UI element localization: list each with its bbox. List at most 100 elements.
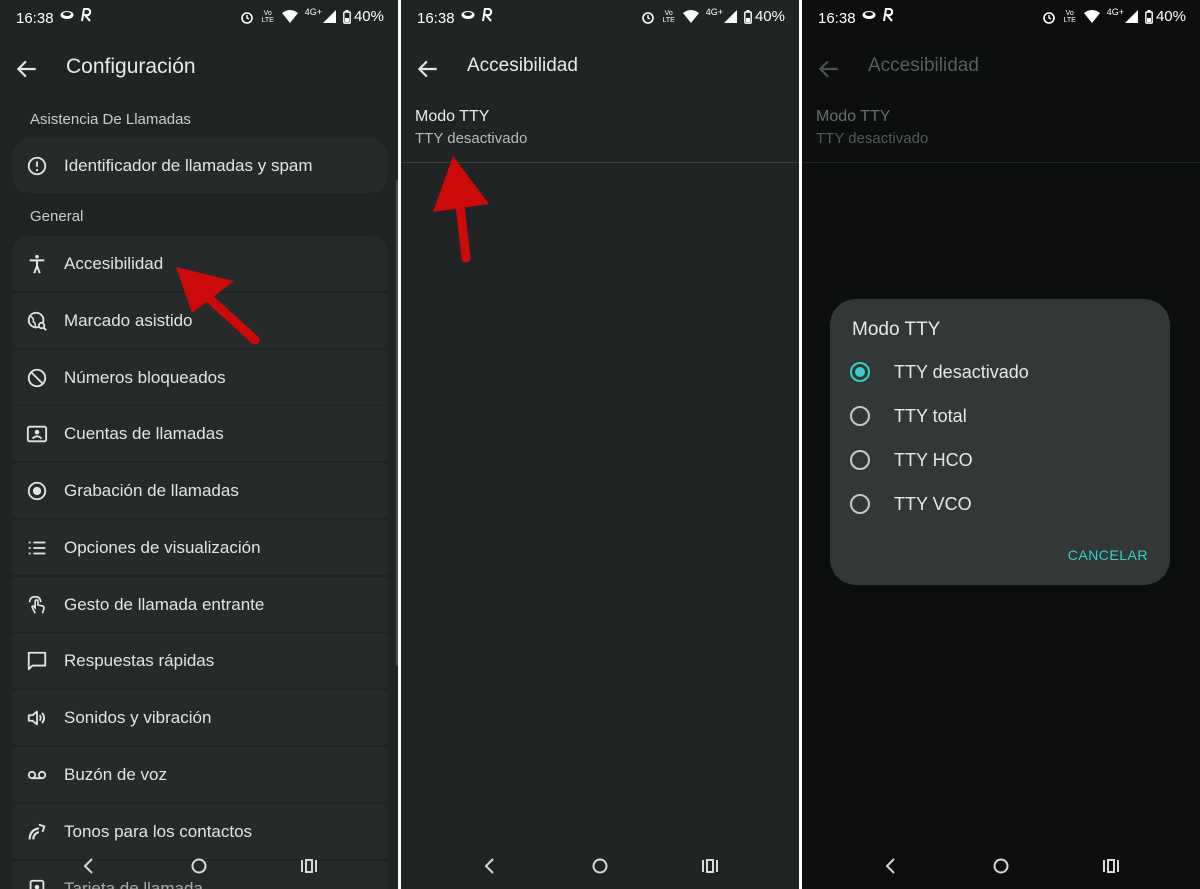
tty-mode-dialog: Modo TTY TTY desactivado TTY total TTY H… — [830, 299, 1170, 585]
navigation-bar — [0, 843, 398, 889]
settings-item-label: Respuestas rápidas — [64, 650, 215, 670]
radio-option-tty-vco[interactable]: TTY VCO — [850, 490, 972, 518]
settings-item-label: Números bloqueados — [64, 367, 226, 387]
tty-mode-preference[interactable]: Modo TTY TTY desactivado — [415, 108, 527, 147]
network-type: 4G+ — [1106, 6, 1124, 17]
radio-option-tty-desactivado[interactable]: TTY desactivado — [850, 358, 1029, 386]
battery-text: 40% — [1155, 8, 1186, 25]
settings-item-label: Sonidos y vibración — [64, 707, 212, 727]
back-arrow-icon[interactable] — [14, 56, 40, 82]
battery-icon — [343, 9, 351, 24]
signal-icon — [723, 10, 737, 23]
app-r-icon — [482, 8, 493, 22]
nav-recents-icon[interactable] — [1100, 855, 1122, 877]
record-icon — [27, 481, 47, 500]
signal-icon — [1124, 10, 1138, 23]
radio-button[interactable] — [850, 450, 870, 470]
battery-level: 40% — [1145, 8, 1186, 25]
radio-option-label: TTY desactivado — [894, 361, 1029, 382]
alarm-icon — [1042, 11, 1055, 24]
preference-summary: TTY desactivado — [415, 130, 528, 147]
settings-item-label: Opciones de visualización — [64, 537, 261, 557]
settings-item-gesto-de-llamada-entrante[interactable]: Gesto de llamada entrante — [12, 577, 388, 632]
wifi-icon — [281, 10, 298, 23]
nav-back-icon[interactable] — [479, 855, 501, 877]
radio-option-label: TTY VCO — [894, 493, 972, 514]
settings-item-buzon-de-voz[interactable]: Buzón de voz — [12, 747, 388, 802]
settings-item-cuentas-de-llamadas[interactable]: Cuentas de llamadas — [12, 406, 388, 461]
battery-text: 40% — [353, 8, 384, 25]
cloud-icon — [461, 11, 475, 19]
nav-home-icon[interactable] — [589, 855, 611, 877]
top-app-bar: Configuración — [0, 40, 398, 94]
wifi-icon — [682, 10, 699, 23]
nav-home-icon[interactable] — [188, 855, 210, 877]
status-bar: 16:38 Vo LTE 4G+ 40% — [802, 0, 1200, 38]
battery-icon — [1145, 9, 1153, 24]
settings-item-label: Identificador de llamadas y spam — [64, 155, 313, 175]
settings-item-caller-id-spam[interactable]: Identificador de llamadas y spam — [12, 138, 388, 193]
accessibility-screen: 16:38 Vo LTE 4G+ 40% Accesibilidad Modo T… — [401, 0, 799, 889]
volte-icon: Vo LTE — [662, 9, 675, 24]
settings-item-label: Gesto de llamada entrante — [64, 594, 265, 614]
settings-item-numeros-bloqueados[interactable]: Números bloqueados — [12, 350, 388, 405]
cancel-button[interactable]: CANCELAR — [1068, 547, 1148, 563]
top-app-bar: Accesibilidad — [802, 40, 1200, 94]
settings-item-respuestas-rapidas[interactable]: Respuestas rápidas — [12, 633, 388, 688]
wifi-icon — [1083, 10, 1100, 23]
message-icon — [27, 651, 47, 670]
radio-button[interactable] — [850, 406, 870, 426]
scrollbar[interactable] — [396, 180, 398, 666]
network-type: 4G+ — [705, 6, 723, 17]
nav-recents-icon[interactable] — [298, 855, 320, 877]
radio-option-tty-total[interactable]: TTY total — [850, 402, 967, 430]
volte-icon: Vo LTE — [261, 9, 274, 24]
preference-title: Modo TTY — [415, 108, 490, 125]
navigation-bar — [802, 843, 1200, 889]
contact-card-icon — [26, 425, 48, 442]
volte-icon: Vo LTE — [1063, 9, 1076, 24]
settings-item-label: Cuentas de llamadas — [64, 423, 224, 443]
battery-text: 40% — [754, 8, 785, 25]
annotation-arrow — [433, 156, 489, 263]
back-arrow-icon — [818, 60, 838, 78]
settings-item-label: Tonos para los contactos — [64, 821, 253, 841]
cloud-icon — [862, 11, 876, 19]
settings-item-label: Buzón de voz — [64, 764, 168, 784]
back-arrow-icon[interactable] — [415, 56, 441, 82]
battery-level: 40% — [343, 8, 384, 25]
alarm-icon — [240, 11, 253, 24]
settings-item-opciones-de-visualizacion[interactable]: Opciones de visualización — [12, 520, 388, 575]
nav-home-icon[interactable] — [990, 855, 1012, 877]
dialog-title: Modo TTY — [852, 319, 941, 340]
section-header-calls: Asistencia De Llamadas — [30, 111, 191, 128]
preference-title: Modo TTY — [816, 108, 891, 125]
radio-button-checked[interactable] — [850, 362, 870, 382]
nav-recents-icon[interactable] — [699, 855, 721, 877]
swipe-gesture-icon — [28, 595, 45, 614]
top-app-bar: Accesibilidad — [401, 40, 799, 94]
network-type: 4G+ — [304, 6, 322, 17]
status-time: 16:38 — [16, 10, 54, 27]
battery-level: 40% — [744, 8, 785, 25]
nav-back-icon[interactable] — [880, 855, 902, 877]
status-bar: 16:38 Vo LTE 4G+ 40% — [0, 0, 398, 38]
status-bar: 16:38 Vo LTE 4G+ 40% — [401, 0, 799, 38]
status-time: 16:38 — [818, 10, 856, 27]
accessibility-icon — [29, 254, 45, 274]
radio-option-tty-hco[interactable]: TTY HCO — [850, 446, 973, 474]
settings-item-label: Accesibilidad — [64, 253, 164, 273]
navigation-bar — [401, 843, 799, 889]
tty-dialog-screen: 16:38 Vo LTE 4G+ 40% Accesibilidad Modo T… — [802, 0, 1200, 889]
settings-item-sonidos-y-vibracion[interactable]: Sonidos y vibración — [12, 690, 388, 745]
settings-item-grabacion-de-llamadas[interactable]: Grabación de llamadas — [12, 463, 388, 518]
app-r-icon — [81, 8, 92, 22]
signal-icon — [322, 10, 336, 23]
app-r-icon — [883, 8, 894, 22]
ringtone-icon — [28, 823, 46, 839]
battery-icon — [744, 9, 752, 24]
assisted-dialing-icon — [27, 311, 47, 331]
radio-option-label: TTY total — [894, 405, 967, 426]
nav-back-icon[interactable] — [78, 855, 100, 877]
radio-button[interactable] — [850, 494, 870, 514]
